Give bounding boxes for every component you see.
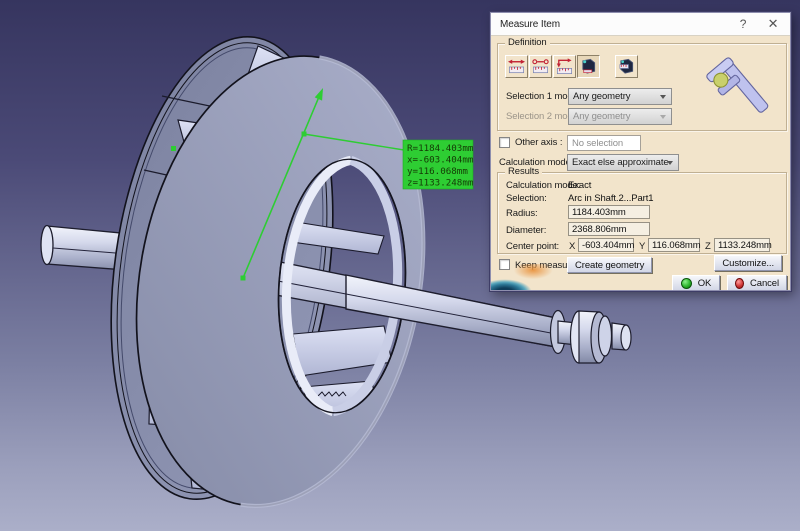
measure-thickness-icon[interactable]: [615, 55, 638, 78]
selection1-mode-dropdown[interactable]: Any geometry: [568, 88, 672, 105]
radius-value: 1184.403mm: [572, 207, 626, 218]
label-radius: R=1184.403mm: [407, 143, 474, 154]
keep-measure-checkbox[interactable]: [499, 259, 510, 270]
leader-anchor-marker: [302, 132, 307, 137]
dialog-titlebar[interactable]: Measure Item ? ✕: [491, 13, 790, 36]
measure-item-dialog: Measure Item ? ✕ Definition: [490, 12, 791, 291]
create-geometry-button[interactable]: Create geometry: [567, 257, 652, 273]
measure-between-chain-icon[interactable]: [529, 55, 552, 78]
diameter-field[interactable]: 2368.806mm: [568, 222, 650, 236]
center-y-field[interactable]: 116.068mm: [648, 238, 700, 252]
center-point-marker: [241, 276, 246, 281]
result-selection-label: Selection:: [506, 193, 547, 204]
ok-button[interactable]: OK: [672, 275, 720, 291]
other-axis-value: No selection: [572, 138, 623, 149]
radius-field[interactable]: 1184.403mm: [568, 205, 650, 219]
label-y: y=116.068mm: [407, 166, 468, 177]
dialog-title: Measure Item: [491, 19, 560, 30]
chevron-down-icon: [660, 95, 666, 99]
cancel-label: Cancel: [750, 278, 779, 289]
diameter-label: Diameter:: [506, 225, 546, 236]
label-x: x=-603.404mm: [407, 155, 474, 166]
measure-between-fan-icon[interactable]: [553, 55, 576, 78]
arc-point-marker: [171, 146, 176, 151]
result-calc-mode-value: Exact: [568, 180, 591, 191]
center-x-value: -603.404mm: [582, 240, 634, 251]
label-z: z=1133.248mm: [407, 178, 474, 189]
cancel-red-sphere-icon: [735, 278, 744, 289]
calculation-mode-value: Exact else approximate: [572, 157, 669, 168]
selection1-value: Any geometry: [573, 91, 630, 102]
result-selection-value: Arc in Shaft.2...Part1: [568, 193, 653, 204]
chevron-down-icon: [660, 115, 666, 119]
ok-label: OK: [698, 278, 712, 289]
center-z-value: 1133.248mm: [718, 240, 772, 251]
center-z-field[interactable]: 1133.248mm: [714, 238, 770, 252]
center-point-label: Center point:: [506, 241, 559, 252]
definition-legend: Definition: [505, 37, 550, 48]
measure-label[interactable]: R=1184.403mm x=-603.404mm y=116.068mm z=…: [403, 140, 474, 189]
center-y-value: 116.068mm: [652, 240, 701, 251]
other-axis-field[interactable]: No selection: [567, 135, 641, 151]
radius-label: Radius:: [506, 208, 538, 219]
close-icon[interactable]: ✕: [758, 13, 788, 34]
measure-item-icon[interactable]: [577, 55, 600, 78]
measure-between-icon[interactable]: [505, 55, 528, 78]
selection2-mode-dropdown: Any geometry: [568, 108, 672, 125]
other-axis-label: Other axis :: [515, 137, 562, 148]
help-button[interactable]: ?: [728, 13, 758, 34]
caliper-graphic: [702, 52, 782, 124]
center-x-field[interactable]: -603.404mm: [578, 238, 634, 252]
catia-3d-viewport[interactable]: { "colors": { "bg_top": "#36355f", "bg_b…: [0, 0, 800, 531]
chevron-down-icon: [667, 161, 673, 165]
diameter-value: 2368.806mm: [572, 224, 626, 235]
selection2-value: Any geometry: [573, 111, 630, 122]
center-z-label: Z: [705, 241, 711, 252]
definition-group: Definition: [497, 43, 787, 131]
cancel-button[interactable]: Cancel: [727, 275, 787, 291]
other-axis-checkbox[interactable]: [499, 137, 510, 148]
customize-button[interactable]: Customize...: [714, 255, 782, 271]
calculation-mode-dropdown[interactable]: Exact else approximate: [567, 154, 679, 171]
results-group: Results Calculation mode: Exact Selectio…: [497, 172, 787, 254]
results-legend: Results: [505, 166, 542, 177]
center-y-label: Y: [639, 241, 645, 252]
ok-green-sphere-icon: [681, 278, 692, 289]
center-x-label: X: [569, 241, 575, 252]
